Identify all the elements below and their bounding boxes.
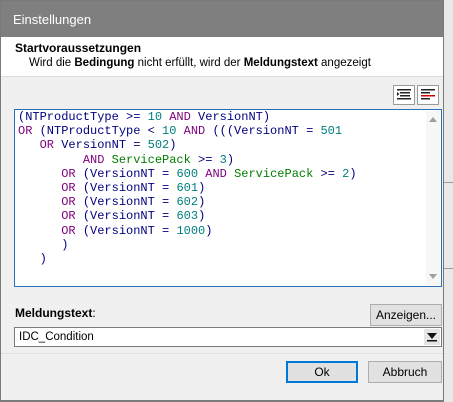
format-align-button[interactable] [417,85,439,105]
background-divider [444,268,453,269]
title-bar[interactable]: Einstellungen [1,1,443,37]
code-line: (NTProductType >= 10 AND VersionNT) [18,110,271,124]
message-select-value: IDC_Condition [19,331,94,343]
settings-dialog: Einstellungen Startvoraussetzungen Wird … [0,0,444,400]
desc-text: nicht erfüllt, wird der [134,57,244,69]
code-line: OR VersionNT = 502) [39,138,177,153]
condition-code[interactable]: (NTProductType >= 10 AND VersionNT) OR (… [18,110,357,266]
message-label: Meldungstext: [15,306,96,320]
scroll-down-icon[interactable] [429,274,437,279]
desc-text: Wird die [29,57,75,69]
code-line: OR (NTProductType < 10 AND (((VersionNT … [18,124,343,139]
condition-editor[interactable]: (NTProductType >= 10 AND VersionNT) OR (… [14,109,442,287]
section-description: Wird die Bedingung nicht erfüllt, wird d… [29,57,371,69]
desc-text: angezeigt [317,57,371,69]
code-line: OR (VersionNT = 600 AND ServicePack >= 2… [61,166,357,181]
code-line: ) [18,252,47,267]
vertical-scrollbar[interactable] [426,111,440,285]
scroll-up-icon[interactable] [429,117,437,122]
code-line: OR (VersionNT = 601) [61,181,206,196]
code-line: ) [61,237,69,252]
message-label-colon: : [92,306,96,320]
dialog-header: Startvoraussetzungen Wird die Bedingung … [1,37,443,77]
show-message-button[interactable]: Anzeigen... [370,304,442,326]
ok-button[interactable]: Ok [286,361,358,383]
message-select[interactable]: IDC_Condition [14,327,442,347]
format-indent-button[interactable] [393,85,415,105]
section-title: Startvoraussetzungen [15,41,142,55]
desc-bold-condition: Bedingung [74,57,135,69]
desc-bold-message: Meldungstext [243,57,318,69]
code-line: OR (VersionNT = 602) [61,195,206,210]
message-label-text: Meldungstext [15,306,93,320]
background-app [444,0,453,402]
code-line: OR (VersionNT = 603) [61,209,206,224]
code-line: OR (VersionNT = 1000) [61,223,213,238]
cancel-button[interactable]: Abbruch [368,361,442,383]
code-line: AND ServicePack >= 3) [82,152,235,167]
background-divider [444,182,453,183]
chevron-down-icon[interactable] [424,329,440,345]
window-title: Einstellungen [13,12,92,27]
